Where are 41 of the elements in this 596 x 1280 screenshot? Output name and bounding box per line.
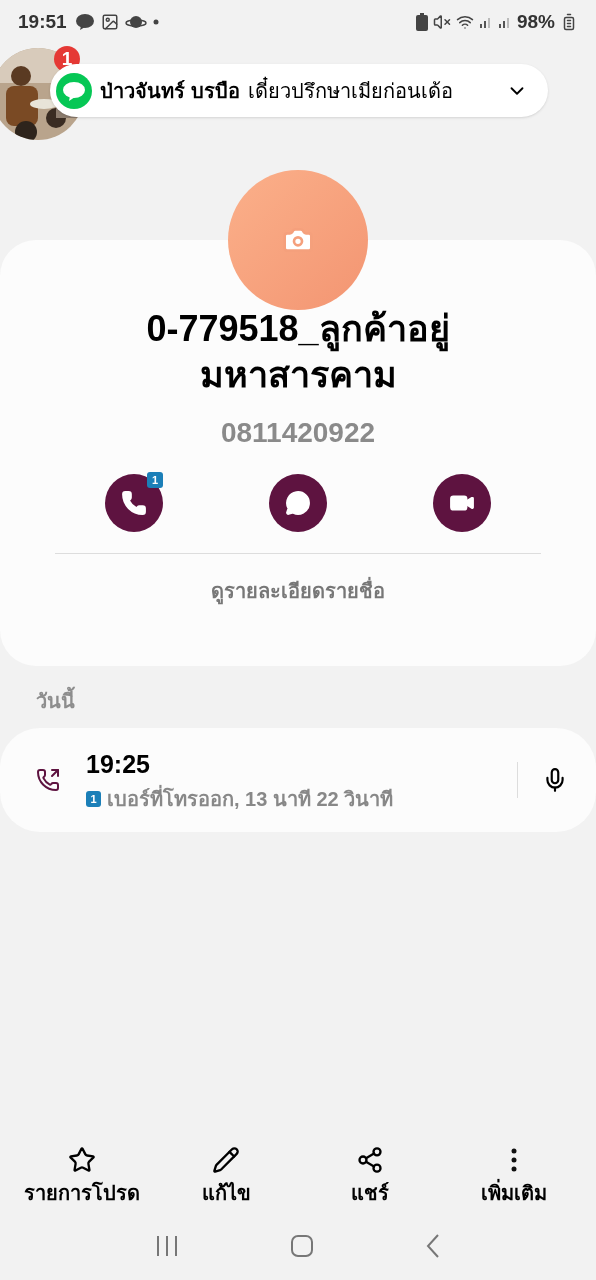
more-icon: [511, 1148, 517, 1172]
mute-icon: [432, 13, 451, 31]
wifi-icon: [455, 13, 474, 31]
edit-button[interactable]: แก้ไข: [161, 1146, 291, 1208]
star-icon: [68, 1146, 96, 1174]
call-button[interactable]: 1: [105, 474, 163, 532]
phone-number: 0811420922: [220, 416, 376, 450]
notification-sender: ป่าวจันทร์ บรบือ: [100, 78, 240, 104]
message-button[interactable]: [269, 474, 327, 532]
back-icon[interactable]: [424, 1233, 441, 1259]
status-time: 19:51: [18, 9, 67, 34]
chat-app-icon: [74, 13, 95, 31]
contact-name: 0-779518_ลูกค้าอยู่มหาสารคาม: [145, 307, 451, 397]
contact-details-link[interactable]: ดูรายละเอียดรายชื่อ: [211, 576, 385, 606]
signal-icon: [478, 15, 493, 29]
call-time: 19:25: [86, 749, 151, 781]
message-icon: [285, 490, 311, 516]
sim-badge: 1: [86, 790, 101, 807]
battery-percent: 98%: [516, 9, 555, 34]
share-icon: [356, 1146, 384, 1174]
notification-bubble[interactable]: ป่าวจันทร์ บรบือ เดี๋ยวปรึกษาเมียก่อนเด้อ: [50, 64, 548, 117]
recent-apps-icon[interactable]: [155, 1235, 180, 1257]
home-icon[interactable]: [290, 1234, 314, 1258]
outgoing-call-icon: [36, 768, 60, 792]
notification-message: เดี๋ยวปรึกษาเมียก่อนเด้อ: [247, 75, 453, 106]
phone-icon: [121, 490, 147, 516]
sim-badge: 1: [147, 472, 163, 488]
call-description: เบอร์ที่โทรออก, 13 นาที 22 วินาที: [107, 784, 394, 812]
signal-icon: [497, 15, 512, 29]
favorite-button[interactable]: รายการโปรด: [17, 1146, 147, 1208]
call-log-card[interactable]: 19:25 1 เบอร์ที่โทรออก, 13 นาที 22 วินาที: [0, 728, 596, 832]
more-button[interactable]: เพิ่มเติม: [449, 1146, 579, 1208]
section-heading: วันนี้: [36, 686, 596, 716]
battery-saver-icon: [415, 13, 428, 31]
chat-app-icon: [56, 72, 92, 109]
image-icon: [100, 13, 119, 31]
video-button[interactable]: [433, 474, 491, 532]
pencil-icon: [212, 1146, 240, 1174]
planet-icon: [124, 14, 147, 30]
share-button[interactable]: แชร์: [305, 1146, 435, 1208]
dot-icon: [152, 19, 159, 25]
